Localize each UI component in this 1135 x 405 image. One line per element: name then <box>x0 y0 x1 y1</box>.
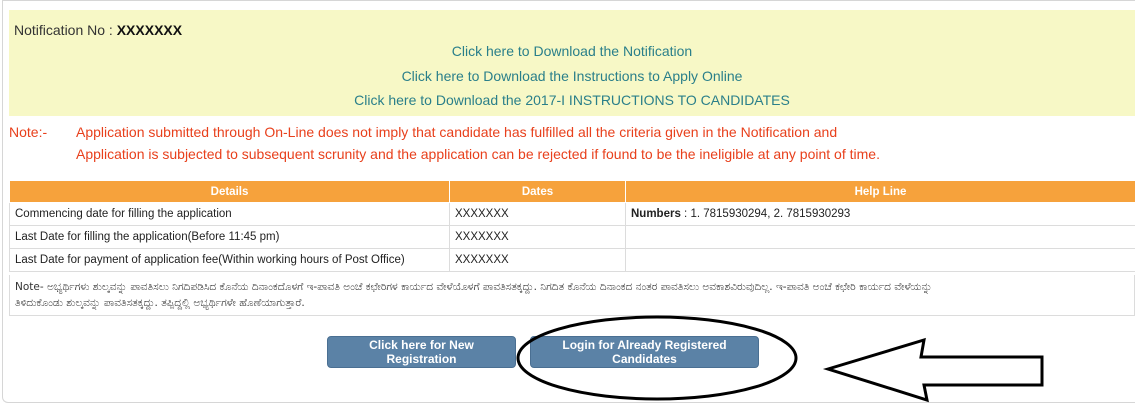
table-row: Last Date for payment of application fee… <box>9 248 1135 272</box>
notification-number-label: Notification No : <box>14 22 117 38</box>
help-line-numbers: : 1. 7815930294, 2. 7815930293 <box>680 208 851 220</box>
date-cell: XXXXXXX <box>449 202 626 226</box>
note-line-2: Application is subjected to subsequent s… <box>76 146 880 162</box>
download-notification-link[interactable]: Click here to Download the Notification <box>9 43 1135 59</box>
header-details: Details <box>9 180 450 203</box>
schedule-table: Details Dates Help Line Commencing date … <box>9 180 1135 272</box>
kannada-fee-note: Note- ಅಭ್ಯರ್ಥಿಗಳು ಶುಲ್ಕವನ್ನು ಪಾವತಿಸಲು ನಿ… <box>9 275 1135 316</box>
detail-cell: Last Date for filling the application(Be… <box>9 225 450 249</box>
note-line-1: Note:- Application submitted through On-L… <box>9 124 837 140</box>
header-help-line: Help Line <box>625 180 1135 203</box>
download-candidate-instructions-link[interactable]: Click here to Download the 2017-I INSTRU… <box>9 92 1135 108</box>
notification-panel: Notification No : XXXXXXX Click here to … <box>9 10 1135 116</box>
table-header-row: Details Dates Help Line <box>9 180 1135 203</box>
help-line-cell: Numbers : 1. 7815930294, 2. 7815930293 <box>625 202 1135 226</box>
table-row: Commencing date for filling the applicat… <box>9 202 1135 226</box>
login-registered-button[interactable]: Login for Already Registered Candidates <box>530 336 759 368</box>
help-line-cell <box>625 225 1135 249</box>
table-row: Last Date for filling the application(Be… <box>9 225 1135 249</box>
notification-number-value: XXXXXXX <box>116 22 183 38</box>
download-instructions-link[interactable]: Click here to Download the Instructions … <box>9 68 1135 84</box>
notification-number: Notification No : XXXXXXX <box>14 22 182 38</box>
date-cell: XXXXXXX <box>449 248 626 272</box>
help-line-cell <box>625 248 1135 272</box>
note-text-1: Application submitted through On-Line do… <box>76 124 838 140</box>
header-dates: Dates <box>449 180 626 203</box>
help-line-label: Numbers <box>631 208 681 220</box>
kannada-note-line-1: Note- ಅಭ್ಯರ್ಥಿಗಳು ಶುಲ್ಕವನ್ನು ಪಾವತಿಸಲು ನಿ… <box>15 281 933 293</box>
detail-cell: Commencing date for filling the applicat… <box>9 202 450 226</box>
date-cell: XXXXXXX <box>449 225 626 249</box>
kannada-note-line-2: ತಿಳಿದುಕೊಂಡು ಶುಲ್ಕವನ್ನು ಪಾವತಿಸತಕ್ಕದ್ದು. ತ… <box>15 297 305 309</box>
note-label: Note:- <box>9 124 48 140</box>
detail-cell: Last Date for payment of application fee… <box>9 248 450 272</box>
new-registration-button[interactable]: Click here for New Registration <box>327 336 516 368</box>
